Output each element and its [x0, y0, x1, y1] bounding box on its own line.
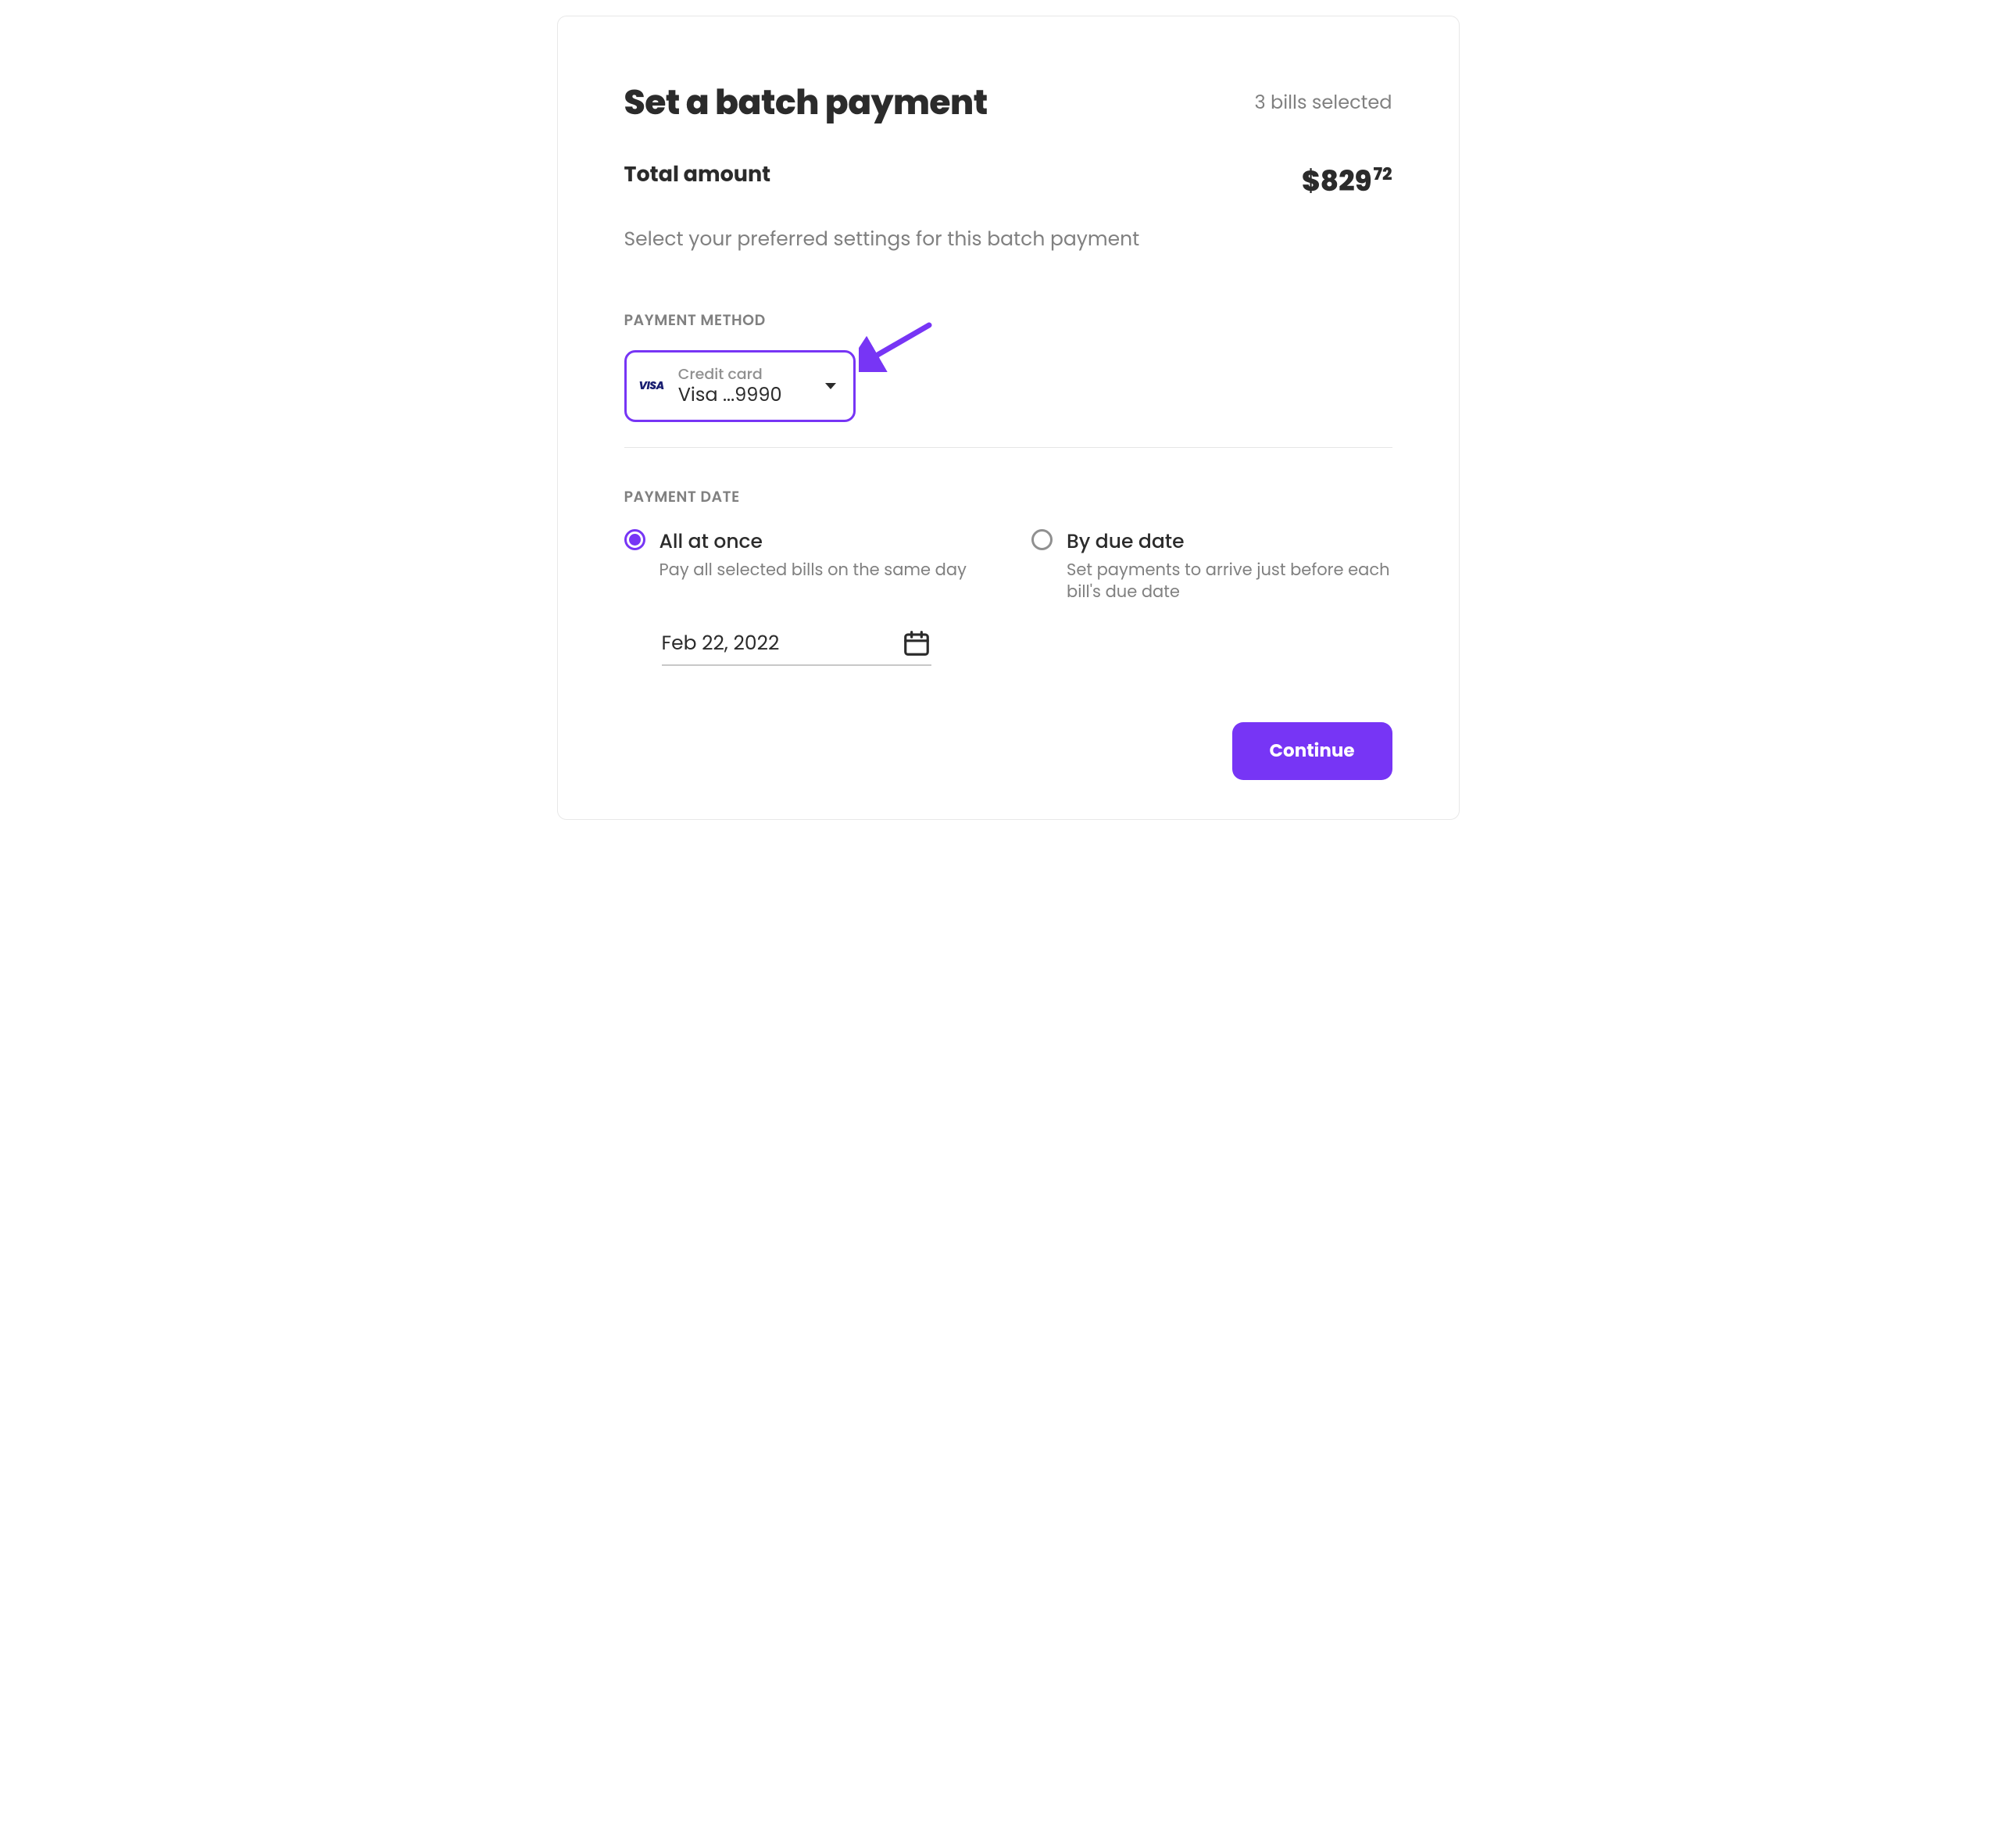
- radio-option-all-at-once[interactable]: All at once Pay all selected bills on th…: [624, 527, 985, 604]
- total-amount-value: $82972: [1302, 159, 1392, 202]
- action-row: Continue: [624, 722, 1392, 780]
- bills-selected-count: 3 bills selected: [1254, 89, 1392, 116]
- radio-title: All at once: [659, 527, 967, 556]
- continue-button[interactable]: Continue: [1232, 722, 1392, 780]
- total-amount-row: Total amount $82972: [624, 159, 1392, 202]
- card-info: Credit card Visa ...9990: [678, 365, 811, 407]
- section-divider: [624, 447, 1392, 448]
- radio-description: Set payments to arrive just before each …: [1067, 560, 1392, 604]
- total-cents: 72: [1373, 161, 1392, 187]
- card-type-label: Credit card: [678, 365, 811, 384]
- card-number-display: Visa ...9990: [678, 384, 811, 407]
- total-whole: 829: [1321, 159, 1372, 202]
- payment-date-options: All at once Pay all selected bills on th…: [624, 527, 1392, 604]
- calendar-icon: [902, 628, 931, 658]
- payment-date-input[interactable]: Feb 22, 2022: [662, 628, 931, 666]
- header: Set a batch payment 3 bills selected: [624, 77, 1392, 128]
- radio-description: Pay all selected bills on the same day: [659, 560, 967, 582]
- date-value: Feb 22, 2022: [662, 628, 780, 658]
- page-title: Set a batch payment: [624, 77, 988, 128]
- subtitle-text: Select your preferred settings for this …: [624, 224, 1392, 254]
- radio-option-by-due-date[interactable]: By due date Set payments to arrive just …: [1031, 527, 1392, 604]
- total-currency: $: [1302, 159, 1321, 202]
- payment-method-dropdown[interactable]: VISA Credit card Visa ...9990: [624, 350, 856, 422]
- radio-content: By due date Set payments to arrive just …: [1067, 527, 1392, 604]
- batch-payment-panel: Set a batch payment 3 bills selected Tot…: [557, 16, 1460, 820]
- radio-icon: [624, 529, 645, 550]
- payment-date-section: PAYMENT DATE All at once Pay all selecte…: [624, 485, 1392, 667]
- payment-date-section-label: PAYMENT DATE: [624, 485, 1392, 508]
- radio-content: All at once Pay all selected bills on th…: [659, 527, 967, 604]
- radio-icon: [1031, 529, 1053, 550]
- total-amount-label: Total amount: [624, 159, 771, 191]
- payment-method-section-label: PAYMENT METHOD: [624, 309, 1392, 331]
- radio-title: By due date: [1067, 527, 1392, 556]
- payment-method-section: PAYMENT METHOD VISA Credit card Visa ...…: [624, 309, 1392, 422]
- visa-icon: VISA: [639, 378, 664, 394]
- chevron-down-icon: [825, 383, 836, 389]
